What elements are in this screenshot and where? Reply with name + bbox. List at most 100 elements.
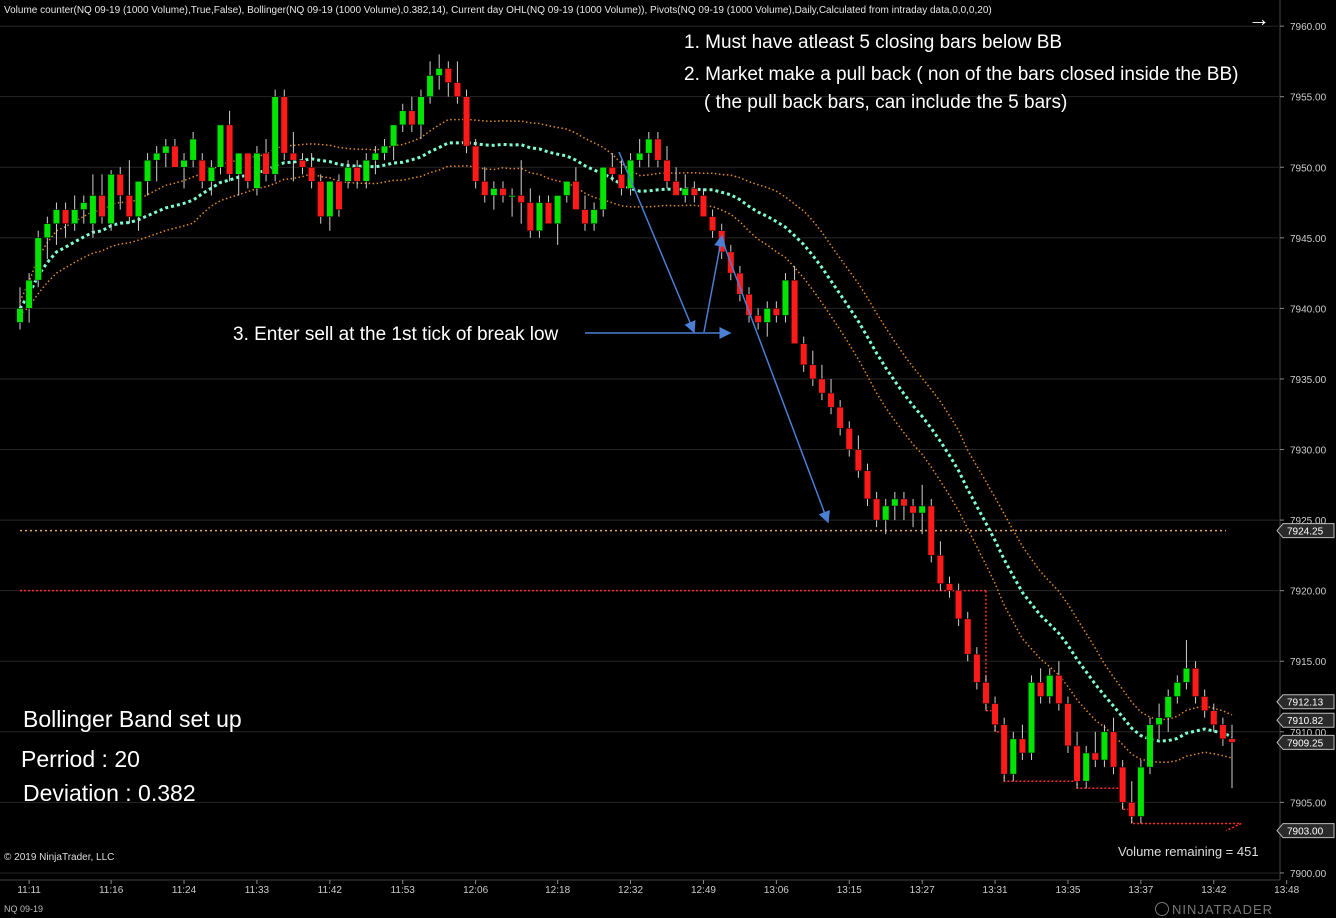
- candle: [645, 131, 653, 168]
- candlestick-chart[interactable]: 7960.00 7955.00 7950.00 7945.00 7940.00 7935.…: [0, 0, 1336, 918]
- candle: [663, 146, 671, 189]
- candle: [408, 96, 416, 132]
- candle-body: [508, 195, 516, 198]
- candle-body: [1119, 766, 1127, 803]
- candle-body: [472, 145, 480, 182]
- candle-body: [16, 308, 24, 323]
- candle-body: [308, 167, 316, 182]
- candle: [545, 195, 553, 224]
- candle: [590, 202, 598, 231]
- candle-body: [289, 152, 297, 161]
- candle-body: [818, 378, 826, 394]
- candle: [1064, 696, 1072, 753]
- candle-body: [426, 75, 434, 97]
- candle-body: [462, 96, 471, 147]
- candle-body: [608, 167, 616, 175]
- candle: [982, 675, 990, 711]
- candle: [107, 170, 115, 231]
- candle: [535, 195, 543, 238]
- candle-body: [1210, 710, 1218, 725]
- candle: [882, 498, 890, 535]
- candle-body: [1228, 738, 1236, 743]
- candle-body: [216, 124, 225, 168]
- candle: [134, 181, 142, 231]
- candle-body: [490, 188, 498, 196]
- candle: [1210, 703, 1218, 732]
- candle-body: [617, 174, 625, 189]
- candle-body: [98, 195, 106, 217]
- candle: [253, 146, 261, 196]
- candle: [581, 195, 589, 231]
- candle-body: [800, 343, 808, 366]
- candle-body: [335, 181, 343, 210]
- candle: [800, 336, 808, 372]
- candle-body: [973, 653, 981, 683]
- candle: [344, 160, 352, 189]
- y-tick-label: 7915.00: [1290, 657, 1327, 668]
- candle: [1155, 703, 1163, 739]
- candle-body: [763, 308, 771, 323]
- rule-1-note: 1. Must have atleast 5 closing bars belo…: [684, 32, 1063, 53]
- candle-body: [399, 110, 407, 126]
- candle: [462, 89, 471, 154]
- arrow-right-icon[interactable]: →: [1248, 6, 1270, 32]
- candle-body: [134, 181, 142, 217]
- x-tick-label: 12:06: [463, 885, 488, 896]
- candle: [399, 103, 407, 132]
- y-tick-label: 7920.00: [1290, 587, 1327, 598]
- candle-body: [116, 174, 124, 196]
- candle-body: [1155, 717, 1163, 725]
- candle-body: [226, 124, 234, 175]
- candle: [791, 266, 799, 344]
- candle-body: [882, 505, 890, 521]
- candle: [964, 611, 972, 662]
- candle: [80, 195, 88, 224]
- candle: [226, 110, 234, 182]
- candle: [244, 152, 252, 189]
- y-tick-label: 7935.00: [1290, 375, 1327, 386]
- candle: [1082, 745, 1090, 789]
- price-badge-label: 7909.25: [1287, 738, 1324, 749]
- candle: [317, 174, 325, 224]
- price-badge-label: 7910.82: [1287, 716, 1324, 727]
- candle-body: [153, 152, 161, 161]
- x-tick-label: 13:35: [1055, 885, 1080, 896]
- price-badge-label: 7924.25: [1287, 527, 1324, 538]
- candle-body: [189, 138, 197, 161]
- candle-body: [709, 216, 717, 232]
- candle-body: [1064, 703, 1072, 747]
- y-tick-label: 7960.00: [1290, 22, 1327, 33]
- candle: [827, 378, 835, 415]
- candle-body: [1082, 752, 1090, 782]
- candle-body: [891, 498, 899, 507]
- x-tick-label: 11:42: [318, 885, 343, 896]
- candle: [426, 61, 434, 104]
- candle: [508, 188, 516, 217]
- candle: [1128, 781, 1136, 824]
- candle: [289, 131, 297, 182]
- candle-body: [43, 223, 51, 239]
- candle-body: [444, 68, 452, 83]
- setup-deviation: Deviation : 0.382: [23, 780, 196, 806]
- x-tick-label: 11:11: [17, 885, 41, 896]
- candle: [380, 139, 389, 161]
- candle-body: [1100, 731, 1108, 761]
- price-badge: 7924.25: [1276, 523, 1335, 539]
- candle: [1182, 640, 1190, 690]
- y-tick-label: 7930.00: [1290, 446, 1327, 457]
- candle: [144, 153, 152, 196]
- candle: [335, 174, 343, 217]
- candle: [526, 188, 534, 238]
- candle: [472, 139, 480, 189]
- candle: [1037, 668, 1045, 704]
- candle-body: [863, 470, 872, 500]
- candle: [280, 89, 288, 161]
- price-badge: 7910.82: [1276, 712, 1335, 728]
- candle-body: [854, 449, 862, 471]
- candle-body: [62, 209, 70, 224]
- candle: [754, 308, 762, 330]
- x-tick-label: 11:24: [172, 885, 197, 896]
- candle: [326, 181, 334, 231]
- candle: [98, 174, 106, 224]
- candle: [1119, 760, 1127, 810]
